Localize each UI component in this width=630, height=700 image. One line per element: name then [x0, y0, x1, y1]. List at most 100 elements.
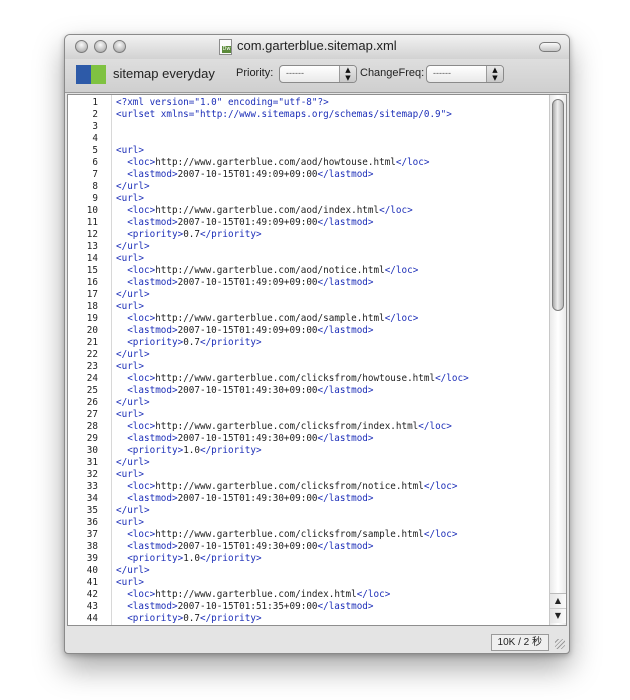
code-line[interactable]: <lastmod>2007-10-15T01:49:30+09:00</last…: [116, 541, 549, 553]
code-line[interactable]: </url>: [116, 349, 549, 361]
code-line[interactable]: <url>: [116, 253, 549, 265]
scroll-up-arrow-icon[interactable]: ▲: [550, 593, 566, 608]
status-bar: 10K / 2 秒: [67, 632, 567, 651]
code-line[interactable]: <loc>http://www.garterblue.com/aod/notic…: [116, 265, 549, 277]
code-line[interactable]: <priority>0.7</priority>: [116, 613, 549, 625]
app-name: sitemap everyday: [113, 66, 215, 81]
code-line[interactable]: <loc>http://www.garterblue.com/index.htm…: [116, 589, 549, 601]
code-line[interactable]: <priority>1.0</priority>: [116, 553, 549, 565]
code-line[interactable]: <lastmod>2007-10-15T01:49:09+09:00</last…: [116, 217, 549, 229]
changefreq-select[interactable]: ------ ▲ ▼: [426, 65, 504, 83]
code-line[interactable]: <url>: [116, 193, 549, 205]
code-line[interactable]: <lastmod>2007-10-15T01:49:30+09:00</last…: [116, 493, 549, 505]
code-line[interactable]: <url>: [116, 517, 549, 529]
line-number: 12: [86, 229, 98, 240]
code-line[interactable]: <url>: [116, 409, 549, 421]
code-line[interactable]: <url>: [116, 361, 549, 373]
scroll-down-arrow-icon[interactable]: ▼: [550, 608, 566, 623]
code-line[interactable]: <lastmod>2007-10-15T01:49:30+09:00</last…: [116, 385, 549, 397]
toolbar: sitemap everyday Priority: ------ ▲ ▼ Cha…: [65, 59, 569, 93]
line-number: 13: [86, 241, 98, 252]
line-number: 3: [92, 121, 98, 132]
priority-select-value: ------: [286, 68, 304, 78]
updown-arrows-icon: ▲ ▼: [486, 66, 503, 82]
code-line[interactable]: <url>: [116, 145, 549, 157]
code-line[interactable]: <url>: [116, 469, 549, 481]
priority-select[interactable]: ------ ▲ ▼: [279, 65, 357, 83]
line-number: 15: [86, 265, 98, 276]
document-icon-label: Dw: [222, 46, 231, 53]
resize-grip-icon[interactable]: [555, 639, 565, 649]
code-line[interactable]: <url>: [116, 577, 549, 589]
line-number: 33: [86, 481, 98, 492]
code-line[interactable]: [116, 133, 549, 145]
title-bar[interactable]: Dw com.garterblue.sitemap.xml: [65, 35, 569, 59]
code-line[interactable]: <lastmod>2007-10-15T01:49:09+09:00</last…: [116, 325, 549, 337]
scrollbar-thumb[interactable]: [552, 99, 564, 311]
line-number: 38: [86, 541, 98, 552]
line-number: 14: [86, 253, 98, 264]
priority-label: Priority:: [236, 67, 274, 79]
code-line[interactable]: </url>: [116, 241, 549, 253]
code-line[interactable]: <urlset xmlns="http://www.sitemaps.org/s…: [116, 109, 549, 121]
code-line[interactable]: </url>: [116, 181, 549, 193]
code-line[interactable]: <lastmod>2007-10-15T01:51:35+09:00</last…: [116, 601, 549, 613]
line-number: 27: [86, 409, 98, 420]
toolbar-toggle-button[interactable]: [539, 42, 561, 52]
code-line[interactable]: <loc>http://www.garterblue.com/clicksfro…: [116, 481, 549, 493]
line-number: 7: [92, 169, 98, 180]
document-icon: Dw: [219, 39, 232, 55]
line-number: 18: [86, 301, 98, 312]
code-line[interactable]: </url>: [116, 289, 549, 301]
code-line[interactable]: <url>: [116, 301, 549, 313]
code-line[interactable]: <lastmod>2007-10-15T01:49:09+09:00</last…: [116, 169, 549, 181]
code-line[interactable]: <loc>http://www.garterblue.com/aod/sampl…: [116, 313, 549, 325]
code-line[interactable]: <lastmod>2007-10-15T01:49:09+09:00</last…: [116, 277, 549, 289]
code-line[interactable]: <loc>http://www.garterblue.com/aod/howto…: [116, 157, 549, 169]
line-number: 41: [86, 577, 98, 588]
line-number: 35: [86, 505, 98, 516]
line-number: 17: [86, 289, 98, 300]
updown-arrows-icon: ▲ ▼: [339, 66, 356, 82]
line-number: 44: [86, 613, 98, 624]
code-line[interactable]: <priority>0.7</priority>: [116, 229, 549, 241]
code-line[interactable]: <priority>1.0</priority>: [116, 445, 549, 457]
code-line[interactable]: </url>: [116, 457, 549, 469]
line-number-gutter: 1 2 3 4 5 6 7 8 9 10 11 12 13 14 15 16 17 18 19 20 21 22 23 24 2…: [68, 95, 112, 625]
code-line[interactable]: <loc>http://www.garterblue.com/aod/index…: [116, 205, 549, 217]
line-number: 42: [86, 589, 98, 600]
close-button[interactable]: [75, 40, 88, 53]
code-editor[interactable]: 1 2 3 4 5 6 7 8 9 10 11 12 13 14 15 16 17 18 19 20 21 22 23 24 2…: [67, 94, 567, 626]
line-number: 43: [86, 601, 98, 612]
window-title: com.garterblue.sitemap.xml: [237, 38, 397, 53]
code-line[interactable]: </url>: [116, 565, 549, 577]
code-line[interactable]: <loc>http://www.garterblue.com/clicksfro…: [116, 529, 549, 541]
minimize-button[interactable]: [94, 40, 107, 53]
line-number: 19: [86, 313, 98, 324]
vertical-scrollbar[interactable]: ▲ ▼: [549, 95, 566, 625]
line-number: 34: [86, 493, 98, 504]
code-line[interactable]: <loc>http://www.garterblue.com/clicksfro…: [116, 421, 549, 433]
line-number: 31: [86, 457, 98, 468]
app-logo-icon: [76, 65, 106, 84]
logo-green-block: [91, 65, 106, 84]
changefreq-select-value: ------: [433, 68, 451, 78]
code-line[interactable]: <priority>0.7</priority>: [116, 337, 549, 349]
line-number: 1: [92, 97, 98, 108]
changefreq-label: ChangeFreq:: [360, 67, 425, 79]
code-line[interactable]: <?xml version="1.0" encoding="utf-8"?>: [116, 97, 549, 109]
zoom-button[interactable]: [113, 40, 126, 53]
line-number: 37: [86, 529, 98, 540]
code-line[interactable]: </url>: [116, 505, 549, 517]
line-number: 9: [92, 193, 98, 204]
line-number: 25: [86, 385, 98, 396]
code-line[interactable]: [116, 121, 549, 133]
editor-window: Dw com.garterblue.sitemap.xml sitemap ev…: [64, 34, 570, 654]
code-text[interactable]: <?xml version="1.0" encoding="utf-8"?> <u…: [116, 95, 549, 625]
line-number: 21: [86, 337, 98, 348]
code-line[interactable]: <loc>http://www.garterblue.com/clicksfro…: [116, 373, 549, 385]
line-number: 32: [86, 469, 98, 480]
line-number: 6: [92, 157, 98, 168]
code-line[interactable]: </url>: [116, 397, 549, 409]
code-line[interactable]: <lastmod>2007-10-15T01:49:30+09:00</last…: [116, 433, 549, 445]
